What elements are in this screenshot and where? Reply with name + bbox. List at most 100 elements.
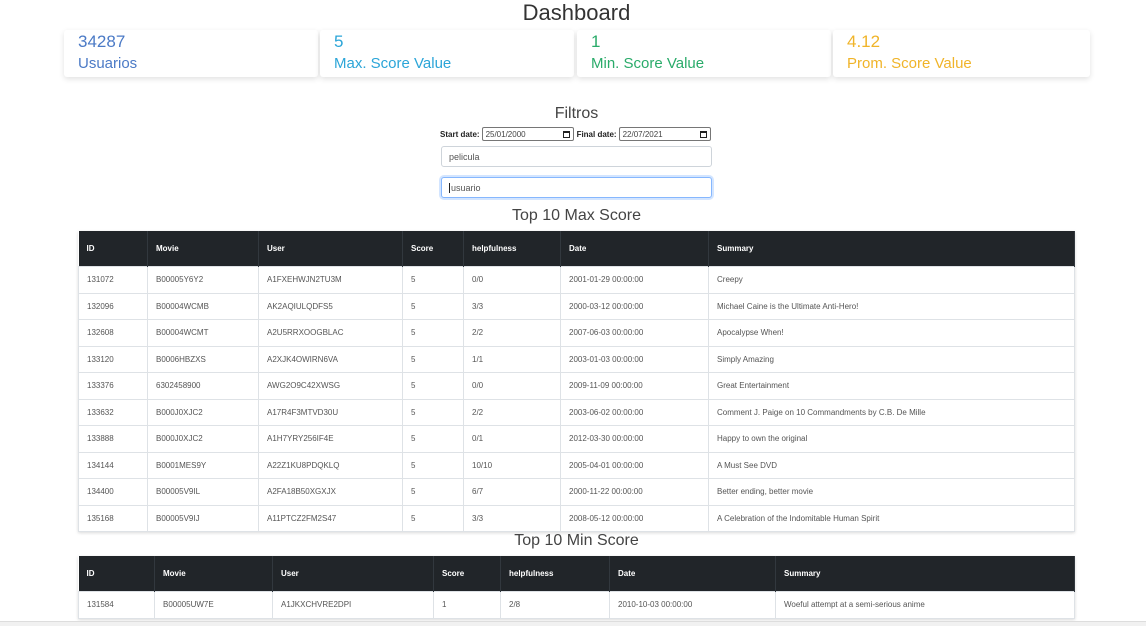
cell-movie: 6302458900 — [147, 372, 259, 400]
column-header: ID — [78, 231, 148, 267]
column-header: Date — [560, 231, 709, 267]
start-date-label: Start date: — [440, 129, 480, 139]
table-header-row: ID Movie User Score helpfulness Date Sum… — [78, 556, 1075, 592]
cell-score: 5 — [402, 451, 464, 479]
cell-summary: A Celebration of the Indomitable Human S… — [708, 504, 1075, 532]
horizontal-scrollbar[interactable] — [0, 621, 1146, 626]
stat-card-max-score: 5 Max. Score Value — [320, 30, 574, 77]
cell-date: 2000-11-22 00:00:00 — [560, 478, 709, 506]
stat-value-usuarios: 34287 — [78, 32, 126, 51]
cell-user: A11PTCZ2FM2S47 — [258, 504, 403, 532]
cell-user: A1FXEHWJN2TU3M — [258, 266, 403, 294]
text-cursor — [449, 182, 450, 193]
cell-user: AWG2O9C42XWSG — [258, 372, 403, 400]
cell-user: A17R4F3MTVD30U — [258, 398, 403, 426]
cell-helpfulness: 2/8 — [500, 591, 610, 619]
cell-summary: Great Entertainment — [708, 372, 1075, 400]
cell-user: A2FA18B50XGXJX — [258, 478, 403, 506]
cell-score: 5 — [402, 292, 464, 320]
table-row: 132096 B00004WCMB AK2AQIULQDFS5 5 3/3 20… — [78, 292, 1075, 320]
cell-movie: B00004WCMB — [147, 292, 259, 320]
cell-id: 132096 — [78, 292, 148, 320]
cell-id: 133376 — [78, 372, 148, 400]
cell-helpfulness: 2/2 — [463, 398, 561, 426]
cell-user: AK2AQIULQDFS5 — [258, 292, 403, 320]
cell-id: 133632 — [78, 398, 148, 426]
cell-summary: Happy to own the original — [708, 425, 1075, 453]
cell-date: 2007-06-03 00:00:00 — [560, 319, 709, 347]
cell-user: A1H7YRY256IF4E — [258, 425, 403, 453]
column-header: Date — [609, 556, 776, 592]
cell-id: 132608 — [78, 319, 148, 347]
table-row: 134400 B00005V9IL A2FA18B50XGXJX 5 6/7 2… — [78, 478, 1075, 506]
top-min-score-table: ID Movie User Score helpfulness Date Sum… — [78, 556, 1075, 619]
cell-score: 5 — [402, 478, 464, 506]
cell-movie: B00005V9IJ — [147, 504, 259, 532]
cell-id: 133888 — [78, 425, 148, 453]
start-date-value: 25/01/2000 — [485, 129, 526, 139]
max-table-title: Top 10 Max Score — [512, 207, 641, 224]
cell-summary: Comment J. Paige on 10 Commandments by C… — [708, 398, 1075, 426]
start-date-input[interactable]: 25/01/2000 — [481, 127, 574, 141]
column-header: Summary — [708, 231, 1075, 267]
cell-score: 5 — [402, 266, 464, 294]
column-header: ID — [78, 556, 155, 592]
final-date-input[interactable]: 22/07/2021 — [618, 127, 711, 141]
calendar-icon[interactable] — [562, 130, 570, 138]
cell-movie: B000J0XJC2 — [147, 425, 259, 453]
cell-movie: B00005V9IL — [147, 478, 259, 506]
cell-score: 5 — [402, 504, 464, 532]
stat-label-prom-score: Prom. Score Value — [847, 55, 972, 72]
cell-movie: B00004WCMT — [147, 319, 259, 347]
cell-helpfulness: 10/10 — [463, 451, 561, 479]
stat-card-prom-score: 4.12 Prom. Score Value — [833, 30, 1090, 77]
cell-id: 131584 — [78, 591, 155, 619]
stat-card-usuarios: 34287 Usuarios — [64, 30, 318, 77]
cell-summary: Simply Amazing — [708, 345, 1075, 373]
table-row: 131584 B00005UW7E A1JKXCHVRE2DPI 1 2/8 2… — [78, 591, 1075, 619]
column-header: Score — [402, 231, 464, 267]
final-date-label: Final date: — [576, 129, 617, 139]
column-header: Score — [433, 556, 501, 592]
cell-date: 2005-04-01 00:00:00 — [560, 451, 709, 479]
cell-movie: B0001MES9Y — [147, 451, 259, 479]
cell-movie: B00005UW7E — [154, 591, 273, 619]
cell-user: A22Z1KU8PDQKLQ — [258, 451, 403, 479]
cell-score: 5 — [402, 425, 464, 453]
top-max-score-table: ID Movie User Score helpfulness Date Sum… — [78, 231, 1075, 532]
cell-summary: Michael Caine is the Ultimate Anti-Hero! — [708, 292, 1075, 320]
table-row: 131072 B00005Y6Y2 A1FXEHWJN2TU3M 5 0/0 2… — [78, 266, 1075, 294]
table-row: 132608 B00004WCMT A2U5RRXOOGBLAC 5 2/2 2… — [78, 319, 1075, 347]
cell-helpfulness: 2/2 — [463, 319, 561, 347]
movie-filter-input[interactable]: pelicula — [441, 146, 712, 167]
table-row: 133632 B000J0XJC2 A17R4F3MTVD30U 5 2/2 2… — [78, 398, 1075, 426]
stat-card-min-score: 1 Min. Score Value — [577, 30, 831, 77]
cell-date: 2012-03-30 00:00:00 — [560, 425, 709, 453]
final-date-value: 22/07/2021 — [622, 129, 663, 139]
cell-helpfulness: 0/0 — [463, 372, 561, 400]
cell-date: 2010-10-03 00:00:00 — [609, 591, 776, 619]
table-header-row: ID Movie User Score helpfulness Date Sum… — [78, 231, 1075, 267]
cell-date: 2008-05-12 00:00:00 — [560, 504, 709, 532]
cell-summary: A Must See DVD — [708, 451, 1075, 479]
table-row: 133376 6302458900 AWG2O9C42XWSG 5 0/0 20… — [78, 372, 1075, 400]
cell-movie: B000J0XJC2 — [147, 398, 259, 426]
cell-summary: Apocalypse When! — [708, 319, 1075, 347]
column-header: helpfulness — [500, 556, 610, 592]
cell-user: A1JKXCHVRE2DPI — [272, 591, 434, 619]
column-header: helpfulness — [463, 231, 561, 267]
column-header: Summary — [775, 556, 1075, 592]
cell-summary: Woeful attempt at a semi-serious anime — [775, 591, 1075, 619]
cell-id: 134400 — [78, 478, 148, 506]
calendar-icon[interactable] — [699, 130, 707, 138]
user-filter-input[interactable]: usuario — [441, 177, 712, 198]
cell-id: 133120 — [78, 345, 148, 373]
stat-value-min-score: 1 — [591, 32, 601, 51]
cell-helpfulness: 6/7 — [463, 478, 561, 506]
column-header: Movie — [154, 556, 273, 592]
min-table-title: Top 10 Min Score — [514, 532, 639, 549]
cell-id: 135168 — [78, 504, 148, 532]
cell-id: 134144 — [78, 451, 148, 479]
stat-label-max-score: Max. Score Value — [334, 55, 452, 72]
table-row: 135168 B00005V9IJ A11PTCZ2FM2S47 5 3/3 2… — [78, 504, 1075, 532]
